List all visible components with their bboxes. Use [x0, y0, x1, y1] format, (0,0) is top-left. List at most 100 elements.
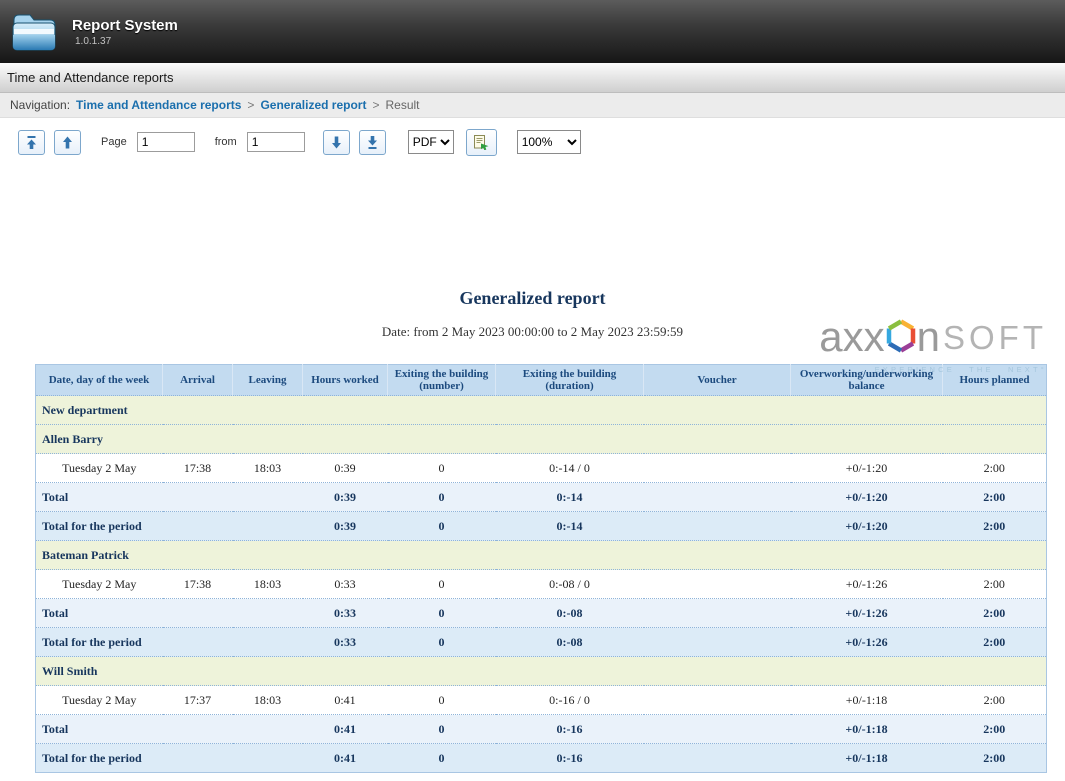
- table-cell: 0:-14: [496, 512, 644, 541]
- last-page-icon: [366, 135, 379, 150]
- table-cell: [163, 744, 233, 773]
- table-cell: 0:33: [303, 599, 388, 628]
- report-viewport: axx n SOFT EXPERIENCE THE NEXT° Generali…: [0, 288, 1065, 781]
- table-cell: Total for the period: [36, 512, 163, 541]
- table-cell: 17:38: [163, 570, 233, 599]
- toolbar: Page from PDF 100%: [0, 118, 1065, 166]
- table-cell: 0:41: [303, 744, 388, 773]
- table-cell: [163, 512, 233, 541]
- app-title-block: Report System 1.0.1.37: [72, 17, 178, 47]
- table-cell: [644, 599, 791, 628]
- table-cell: [644, 512, 791, 541]
- table-cell: 0:33: [303, 570, 388, 599]
- table-cell: 2:00: [943, 744, 1047, 773]
- table-cell: +0/-1:18: [791, 744, 943, 773]
- period-total-row: Total for the period0:3900:-14+0/-1:202:…: [36, 512, 1047, 541]
- table-cell: Total for the period: [36, 628, 163, 657]
- column-header: Leaving: [233, 365, 303, 396]
- employee-row: Will Smith: [36, 657, 1047, 686]
- table-cell: [644, 454, 791, 483]
- employee-row-label: Bateman Patrick: [36, 541, 1047, 570]
- table-cell: [233, 628, 303, 657]
- report-table-body: New departmentAllen BarryTuesday 2 May17…: [36, 396, 1047, 773]
- column-header: Exiting the building (number): [388, 365, 496, 396]
- table-cell: [233, 599, 303, 628]
- total-row: Total0:4100:-16+0/-1:182:00: [36, 715, 1047, 744]
- table-cell: Tuesday 2 May: [36, 454, 163, 483]
- table-cell: 0:-14: [496, 483, 644, 512]
- table-cell: Total: [36, 599, 163, 628]
- logo-text-n: n: [917, 316, 940, 358]
- table-cell: 17:38: [163, 454, 233, 483]
- previous-page-button[interactable]: [54, 130, 81, 155]
- first-page-button[interactable]: [18, 130, 45, 155]
- table-cell: 0:-14 / 0: [496, 454, 644, 483]
- table-cell: 0:33: [303, 628, 388, 657]
- table-cell: 18:03: [233, 686, 303, 715]
- last-page-button[interactable]: [359, 130, 386, 155]
- table-cell: 0:-08: [496, 599, 644, 628]
- table-cell: 0: [388, 454, 496, 483]
- table-cell: 2:00: [943, 599, 1047, 628]
- section-title: Time and Attendance reports: [7, 70, 173, 85]
- column-header: Arrival: [163, 365, 233, 396]
- table-row: Tuesday 2 May17:3818:030:3900:-14 / 0+0/…: [36, 454, 1047, 483]
- table-cell: +0/-1:18: [791, 686, 943, 715]
- table-cell: 0:-08 / 0: [496, 570, 644, 599]
- table-cell: 0:-08: [496, 628, 644, 657]
- table-cell: 0:-16 / 0: [496, 686, 644, 715]
- table-row: Tuesday 2 May17:3818:030:3300:-08 / 0+0/…: [36, 570, 1047, 599]
- table-cell: [233, 715, 303, 744]
- breadcrumb-label: Navigation:: [10, 98, 70, 112]
- table-cell: 0:-16: [496, 715, 644, 744]
- page-number-input[interactable]: [137, 132, 195, 152]
- zoom-select[interactable]: 100%: [517, 130, 581, 154]
- table-cell: +0/-1:26: [791, 570, 943, 599]
- table-cell: 0: [388, 686, 496, 715]
- table-cell: [163, 599, 233, 628]
- app-title: Report System: [72, 17, 178, 34]
- table-cell: 0:39: [303, 483, 388, 512]
- total-row: Total0:3300:-08+0/-1:262:00: [36, 599, 1047, 628]
- table-cell: +0/-1:20: [791, 483, 943, 512]
- total-row: Total0:3900:-14+0/-1:202:00: [36, 483, 1047, 512]
- table-cell: 17:37: [163, 686, 233, 715]
- employee-row-label: Will Smith: [36, 657, 1047, 686]
- table-cell: 0:41: [303, 715, 388, 744]
- report-title: Generalized report: [0, 288, 1065, 309]
- logo-text-axx: axx: [819, 316, 884, 358]
- breadcrumb-link-generalized-report[interactable]: Generalized report: [260, 98, 366, 112]
- export-button[interactable]: [466, 129, 497, 156]
- next-page-button[interactable]: [323, 130, 350, 155]
- column-header: Voucher: [644, 365, 791, 396]
- table-cell: [644, 483, 791, 512]
- table-cell: +0/-1:26: [791, 599, 943, 628]
- breadcrumb-separator: >: [372, 98, 379, 112]
- page-label: Page: [101, 136, 127, 148]
- table-cell: +0/-1:18: [791, 715, 943, 744]
- export-format-select[interactable]: PDF: [408, 130, 454, 154]
- table-cell: 18:03: [233, 570, 303, 599]
- table-cell: +0/-1:20: [791, 512, 943, 541]
- from-label: from: [215, 136, 237, 148]
- total-pages-input[interactable]: [247, 132, 305, 152]
- logo-text-soft: SOFT: [943, 321, 1047, 354]
- table-cell: 0: [388, 570, 496, 599]
- section-bar: Time and Attendance reports: [0, 63, 1065, 93]
- table-cell: [163, 628, 233, 657]
- app-version: 1.0.1.37: [75, 36, 178, 47]
- table-cell: 2:00: [943, 454, 1047, 483]
- app-header: Report System 1.0.1.37: [0, 0, 1065, 63]
- table-cell: 2:00: [943, 570, 1047, 599]
- table-cell: +0/-1:26: [791, 628, 943, 657]
- table-cell: Tuesday 2 May: [36, 686, 163, 715]
- breadcrumb-link-time-attendance[interactable]: Time and Attendance reports: [76, 98, 241, 112]
- table-cell: [644, 628, 791, 657]
- first-page-icon: [25, 135, 38, 150]
- table-cell: 0:-16: [496, 744, 644, 773]
- column-header: Date, day of the week: [36, 365, 163, 396]
- department-row-label: New department: [36, 396, 1047, 425]
- table-cell: 0: [388, 483, 496, 512]
- table-row: Tuesday 2 May17:3718:030:4100:-16 / 0+0/…: [36, 686, 1047, 715]
- table-cell: +0/-1:20: [791, 454, 943, 483]
